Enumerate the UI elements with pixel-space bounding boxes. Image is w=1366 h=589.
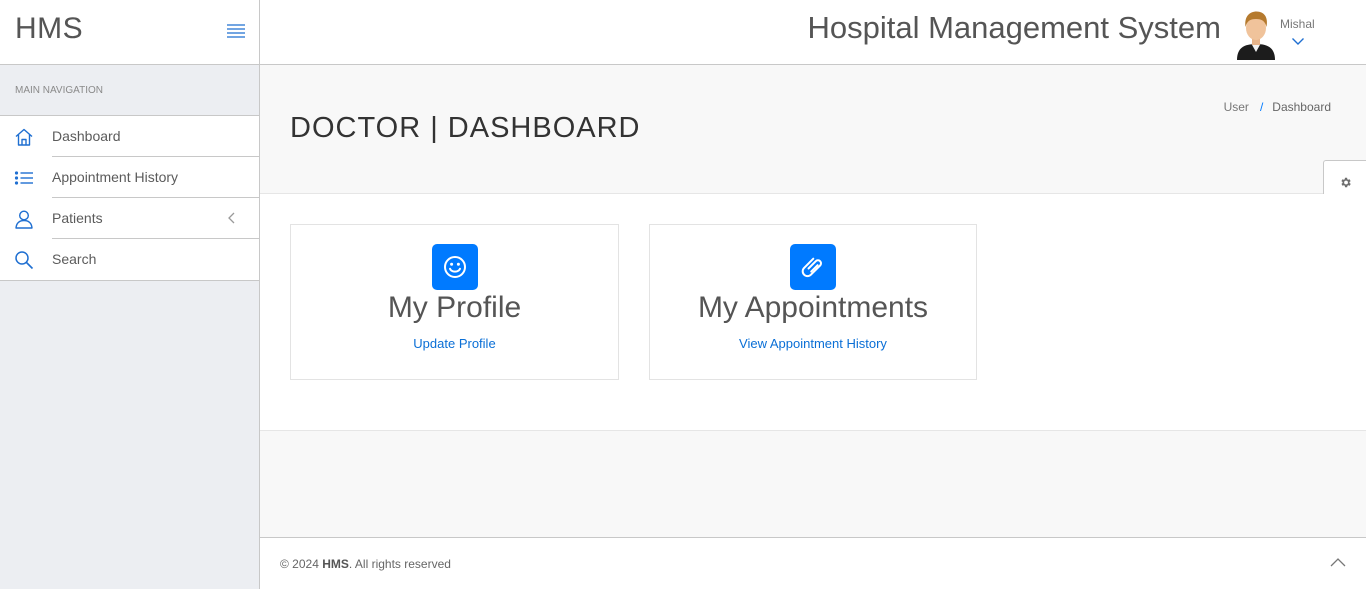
chevron-up-icon[interactable] [1330, 556, 1346, 568]
chevron-down-icon[interactable] [1291, 36, 1305, 46]
smile-icon [443, 256, 466, 278]
gear-icon [1341, 177, 1351, 188]
brand-bar: HMS [0, 0, 259, 65]
copyright-suffix: . All rights reserved [348, 557, 451, 571]
main-navigation: Dashboard Appointment History Patients S… [0, 115, 259, 281]
app-title: Hospital Management System [807, 10, 1221, 45]
footer: © 2024 HMS. All rights reserved [260, 537, 1366, 589]
paperclip-icon [801, 257, 822, 278]
sidebar: HMS MAIN NAVIGATION Dashboard Appointmen… [0, 0, 260, 589]
update-profile-link[interactable]: Update Profile [291, 336, 618, 351]
sidebar-item-dashboard[interactable]: Dashboard [0, 116, 259, 157]
top-header: Hospital Management System Mishal [260, 0, 1366, 65]
chevron-left-icon [228, 212, 235, 224]
card-title: My Profile [387, 291, 522, 324]
user-name[interactable]: Mishal [1280, 17, 1315, 31]
breadcrumb-current: Dashboard [1272, 100, 1331, 114]
sidebar-item-label: Dashboard [52, 116, 259, 157]
search-icon [15, 251, 34, 270]
view-appointment-history-link[interactable]: View Appointment History [650, 336, 976, 351]
profile-card: My Profile Update Profile [290, 224, 619, 380]
menu-toggle-icon[interactable] [226, 22, 246, 40]
sidebar-item-label: Appointment History [52, 157, 259, 198]
user-avatar[interactable] [1235, 10, 1277, 60]
nav-caption: MAIN NAVIGATION [0, 65, 259, 115]
appointments-card: My Appointments View Appointment History [649, 224, 977, 380]
copyright-prefix: © 2024 [280, 557, 323, 571]
copyright-brand: HMS [322, 557, 349, 571]
breadcrumb: User / Dashboard [1224, 100, 1331, 114]
user-icon [15, 210, 33, 229]
sidebar-item-patients[interactable]: Patients [0, 198, 259, 239]
breadcrumb-separator: / [1259, 100, 1264, 114]
list-icon [14, 171, 33, 185]
app-logo: HMS [15, 12, 84, 45]
sidebar-item-search[interactable]: Search [0, 239, 259, 280]
breadcrumb-user[interactable]: User [1224, 100, 1249, 114]
card-title: My Appointments [697, 291, 929, 324]
sidebar-item-appointment-history[interactable]: Appointment History [0, 157, 259, 198]
profile-badge [431, 244, 478, 290]
page-title: DOCTOR | DASHBOARD [290, 112, 641, 144]
copyright-text: © 2024 HMS. All rights reserved [280, 557, 451, 571]
sidebar-item-label: Search [52, 251, 97, 267]
page-header: DOCTOR | DASHBOARD User / Dashboard [260, 65, 1366, 194]
appointments-badge [790, 244, 836, 290]
content-spacer [260, 431, 1366, 537]
dashboard-content: My Profile Update Profile My Appointment… [260, 194, 1366, 431]
home-icon [15, 128, 33, 146]
